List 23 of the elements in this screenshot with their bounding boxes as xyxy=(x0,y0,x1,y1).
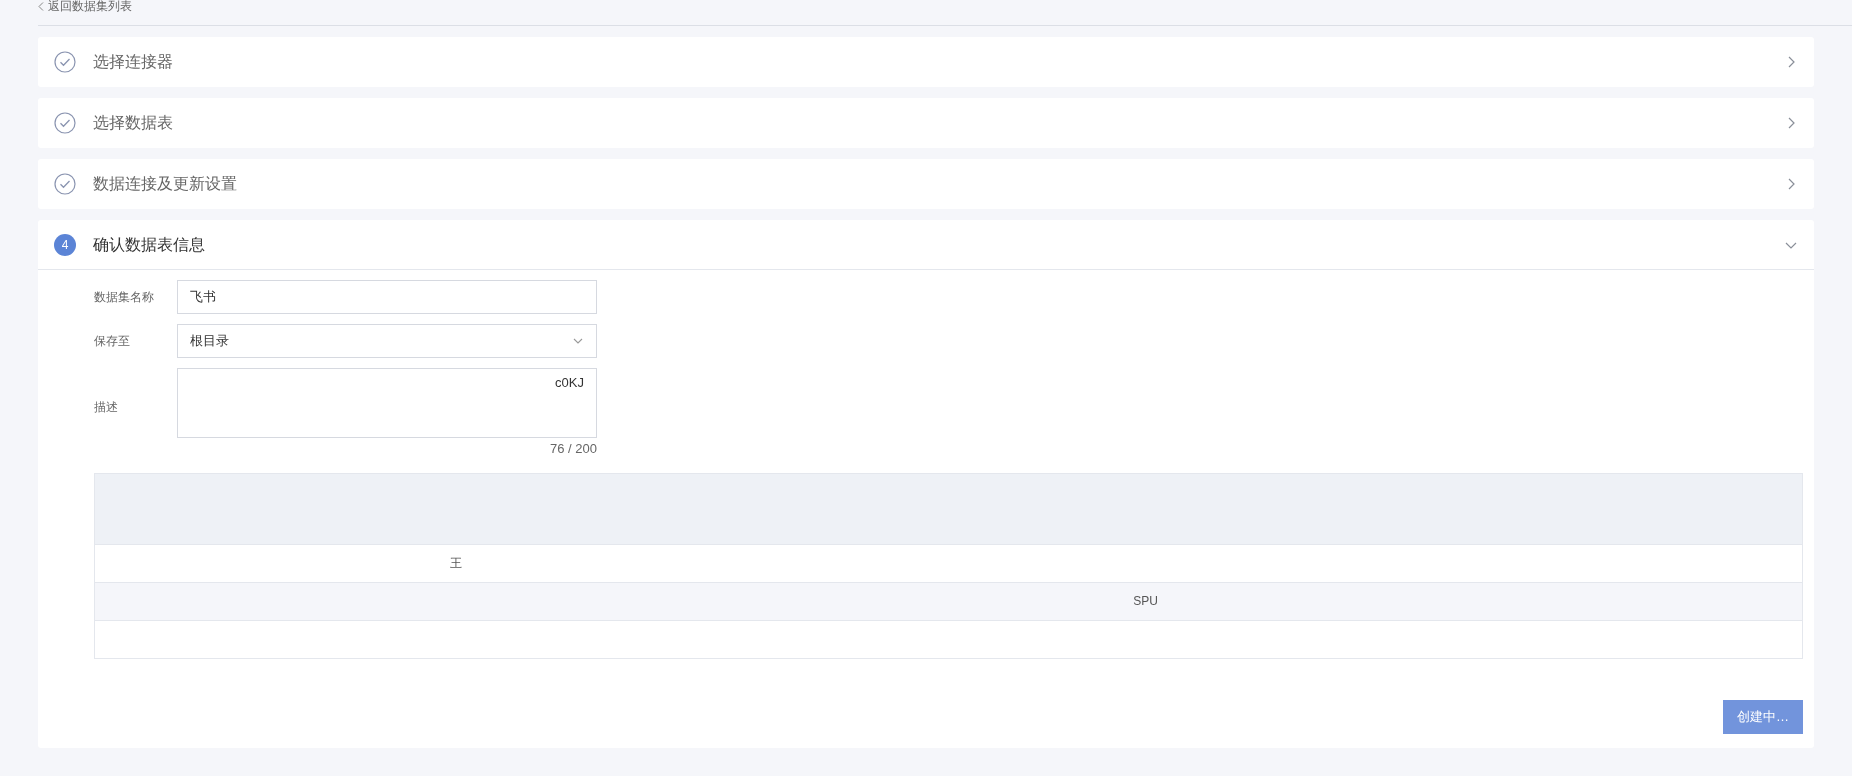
description-field[interactable]: c0KJ xyxy=(177,368,597,438)
step-title: 数据连接及更新设置 xyxy=(93,174,238,194)
table-cell-text: 王 xyxy=(449,555,464,572)
step-title: 选择连接器 xyxy=(93,52,174,72)
field-label: 描述 xyxy=(94,399,119,416)
step-header[interactable]: 选择数据表 xyxy=(38,98,1814,148)
field-label: 数据集名称 xyxy=(94,289,155,306)
back-link[interactable]: 返回数据集列表 xyxy=(48,0,132,12)
table-cell-text: SPU xyxy=(1132,593,1159,610)
check-circle-icon xyxy=(54,112,76,134)
step-header[interactable]: 数据连接及更新设置 xyxy=(38,159,1814,209)
step-header[interactable]: 选择连接器 xyxy=(38,37,1814,87)
step-header[interactable]: 4 确认数据表信息 xyxy=(38,220,1814,270)
check-circle-icon xyxy=(54,51,76,73)
field-label: 保存至 xyxy=(94,333,131,350)
dataset-name-field[interactable]: 飞书 xyxy=(177,280,597,314)
character-counter: 76 / 200 xyxy=(550,440,597,458)
step-title: 选择数据表 xyxy=(93,113,174,133)
chevron-left-icon xyxy=(38,2,44,11)
folder-select[interactable]: 根目录 xyxy=(177,324,597,358)
step-number: 4 xyxy=(54,233,76,256)
step-title: 确认数据表信息 xyxy=(93,234,206,255)
check-circle-icon xyxy=(54,173,76,195)
